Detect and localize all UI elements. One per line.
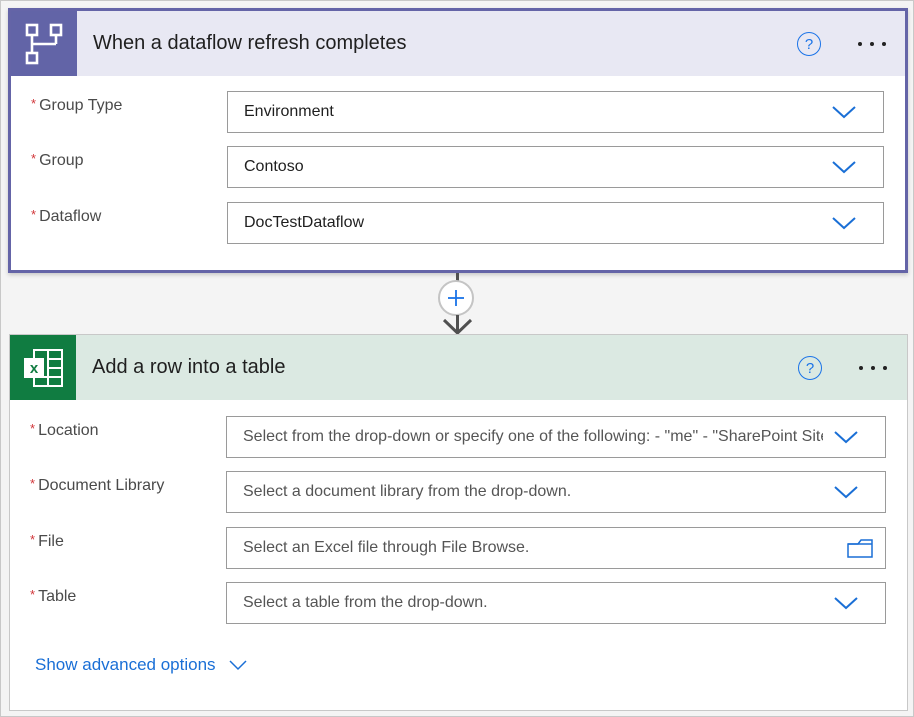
field-dataflow: * Dataflow DocTestDataflow: [11, 202, 905, 246]
table-dropdown[interactable]: Select a table from the drop-down.: [226, 582, 886, 624]
placeholder-text: Select from the drop-down or specify one…: [243, 428, 823, 445]
required-mark: *: [31, 151, 37, 166]
help-icon[interactable]: ?: [797, 32, 821, 56]
svg-text:x: x: [30, 360, 39, 377]
trigger-header[interactable]: When a dataflow refresh completes ?: [11, 11, 905, 76]
action-title: Add a row into a table: [92, 356, 286, 378]
required-mark: *: [31, 96, 37, 111]
show-advanced-options-link[interactable]: Show advanced options: [35, 655, 248, 675]
dot: [871, 366, 875, 370]
group-dropdown[interactable]: Contoso: [227, 146, 884, 188]
field-label: * Group Type: [31, 96, 123, 115]
chevron-down-icon[interactable]: [833, 428, 859, 446]
dataflow-tree-icon: [11, 11, 77, 76]
trigger-card: When a dataflow refresh completes ? * Gro…: [8, 8, 908, 273]
field-label: * Dataflow: [31, 207, 102, 226]
chevron-down-icon[interactable]: [831, 158, 857, 176]
arrow-down-icon: [442, 315, 473, 335]
required-mark: *: [30, 587, 36, 602]
required-mark: *: [31, 207, 37, 222]
file-input[interactable]: Select an Excel file through File Browse…: [226, 527, 886, 569]
dot: [882, 42, 886, 46]
document-library-dropdown[interactable]: Select a document library from the drop-…: [226, 471, 886, 513]
add-step-button[interactable]: [438, 280, 474, 316]
advanced-label: Show advanced options: [35, 655, 216, 674]
field-label: * Group: [31, 151, 84, 170]
label-text: Location: [38, 422, 99, 439]
chevron-down-icon[interactable]: [833, 483, 859, 501]
chevron-down-icon: [229, 660, 247, 671]
required-mark: *: [30, 476, 36, 491]
selected-value: DocTestDataflow: [244, 214, 365, 231]
trigger-title: When a dataflow refresh completes: [93, 32, 407, 54]
field-table: * Table Select a table from the drop-down…: [10, 582, 907, 626]
group-type-dropdown[interactable]: Environment: [227, 91, 884, 133]
dot: [859, 366, 863, 370]
label-text: File: [38, 533, 64, 550]
dot: [883, 366, 887, 370]
placeholder-text: Select an Excel file through File Browse…: [243, 539, 530, 556]
chevron-down-icon[interactable]: [833, 594, 859, 612]
selected-value: Environment: [244, 103, 334, 120]
required-mark: *: [30, 532, 36, 547]
field-label: * Document Library: [30, 476, 165, 495]
location-dropdown[interactable]: Select from the drop-down or specify one…: [226, 416, 886, 458]
help-glyph: ?: [805, 359, 815, 377]
help-glyph: ?: [804, 35, 814, 53]
placeholder-text: Select a table from the drop-down.: [243, 594, 488, 611]
plus-icon: [448, 290, 464, 306]
label-text: Group: [39, 152, 84, 169]
selected-value: Contoso: [244, 158, 304, 175]
dataflow-dropdown[interactable]: DocTestDataflow: [227, 202, 884, 244]
field-label: * Location: [30, 421, 99, 440]
excel-icon: x: [10, 335, 76, 400]
field-label: * File: [30, 532, 64, 551]
field-label: * Table: [30, 587, 77, 606]
folder-browse-icon[interactable]: [847, 538, 873, 558]
field-group: * Group Contoso: [11, 146, 905, 190]
label-text: Dataflow: [39, 208, 102, 225]
more-options-button[interactable]: [859, 366, 887, 370]
chevron-down-icon[interactable]: [831, 103, 857, 121]
label-text: Table: [38, 588, 77, 605]
action-header[interactable]: x Add a row into a table ?: [10, 335, 907, 400]
field-file: * File Select an Excel file through File …: [10, 527, 907, 571]
more-options-button[interactable]: [858, 42, 886, 46]
label-text: Document Library: [38, 477, 165, 494]
placeholder-text: Select a document library from the drop-…: [243, 483, 572, 500]
dot: [858, 42, 862, 46]
action-card: x Add a row into a table ? * Location Sel…: [9, 334, 908, 711]
help-icon[interactable]: ?: [798, 356, 822, 380]
chevron-down-icon[interactable]: [831, 214, 857, 232]
required-mark: *: [30, 421, 36, 436]
field-location: * Location Select from the drop-down or s…: [10, 416, 907, 460]
field-group-type: * Group Type Environment: [11, 91, 905, 135]
field-document-library: * Document Library Select a document libr…: [10, 471, 907, 515]
label-text: Group Type: [39, 97, 123, 114]
dot: [870, 42, 874, 46]
